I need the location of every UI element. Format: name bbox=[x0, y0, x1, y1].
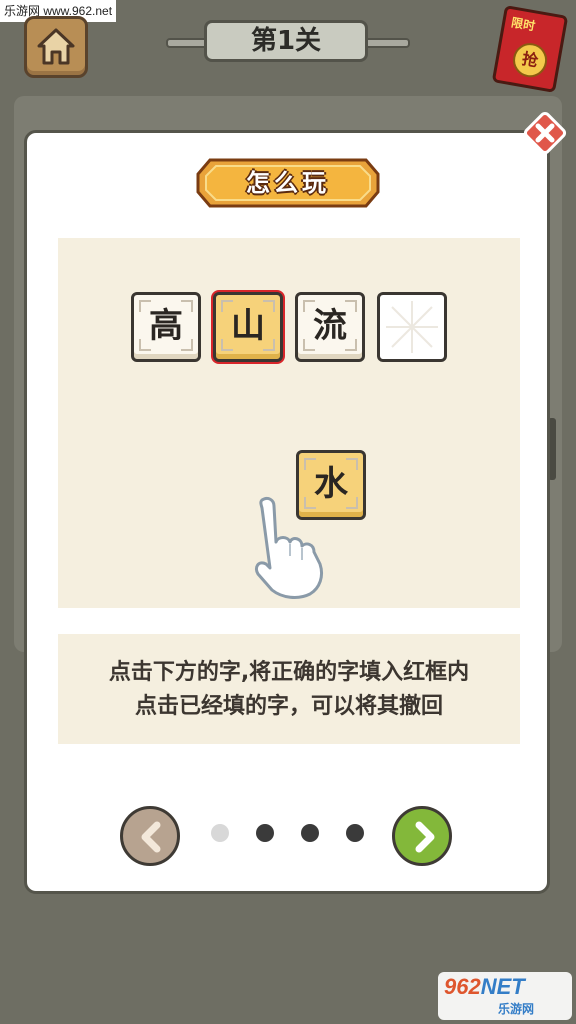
page-dot-3[interactable] bbox=[301, 824, 319, 842]
pointing-hand-icon bbox=[254, 496, 324, 599]
level-title: 第1关 bbox=[204, 20, 368, 62]
watermark-brand-a: 962 bbox=[444, 974, 481, 999]
modal-title: 怎么玩 bbox=[246, 169, 330, 197]
home-icon bbox=[37, 28, 75, 65]
instructions-box: 点击下方的字,将正确的字填入红框内 点击已经填的字，可以将其撤回 bbox=[58, 634, 520, 744]
page-dot-2[interactable] bbox=[256, 824, 274, 842]
close-button[interactable] bbox=[520, 108, 570, 158]
watermark-site: 乐游网 bbox=[498, 1002, 535, 1016]
demo-tile-1[interactable]: 高 bbox=[131, 292, 201, 362]
next-page-button[interactable] bbox=[392, 806, 452, 866]
page-dot-4[interactable] bbox=[346, 824, 364, 842]
demo-tile-1-char: 高 bbox=[149, 306, 183, 346]
chevron-right-icon bbox=[415, 821, 435, 853]
page-dot-1[interactable] bbox=[211, 824, 229, 842]
instruction-line-1: 点击下方的字,将正确的字填入红框内 bbox=[108, 660, 470, 685]
previous-page-button[interactable] bbox=[120, 806, 180, 866]
limited-time-redpacket-button[interactable]: 限时 抢 bbox=[491, 5, 569, 93]
demo-tile-3-char: 流 bbox=[313, 306, 347, 346]
watermark-bottom: 962NET 乐游网 bbox=[438, 972, 572, 1020]
watermark-brand-b: NET bbox=[480, 974, 525, 999]
instruction-line-2: 点击已经填的字，可以将其撤回 bbox=[134, 694, 443, 719]
demo-tile-3[interactable]: 流 bbox=[295, 292, 365, 362]
demo-tile-2-char: 山 bbox=[231, 306, 265, 346]
level-title-bar: 第1关 bbox=[166, 20, 410, 62]
home-button[interactable] bbox=[24, 16, 88, 78]
chevron-left-icon bbox=[141, 821, 161, 853]
close-icon bbox=[523, 111, 567, 155]
modal-title-ribbon: 怎么玩 bbox=[196, 156, 380, 210]
redpacket-tag: 限时 bbox=[510, 15, 537, 34]
redpacket-coin: 抢 bbox=[510, 40, 550, 80]
demo-tile-4-empty[interactable] bbox=[377, 292, 447, 362]
demo-tile-2-selected[interactable]: 山 bbox=[213, 292, 283, 362]
empty-slot-icon bbox=[386, 301, 438, 353]
